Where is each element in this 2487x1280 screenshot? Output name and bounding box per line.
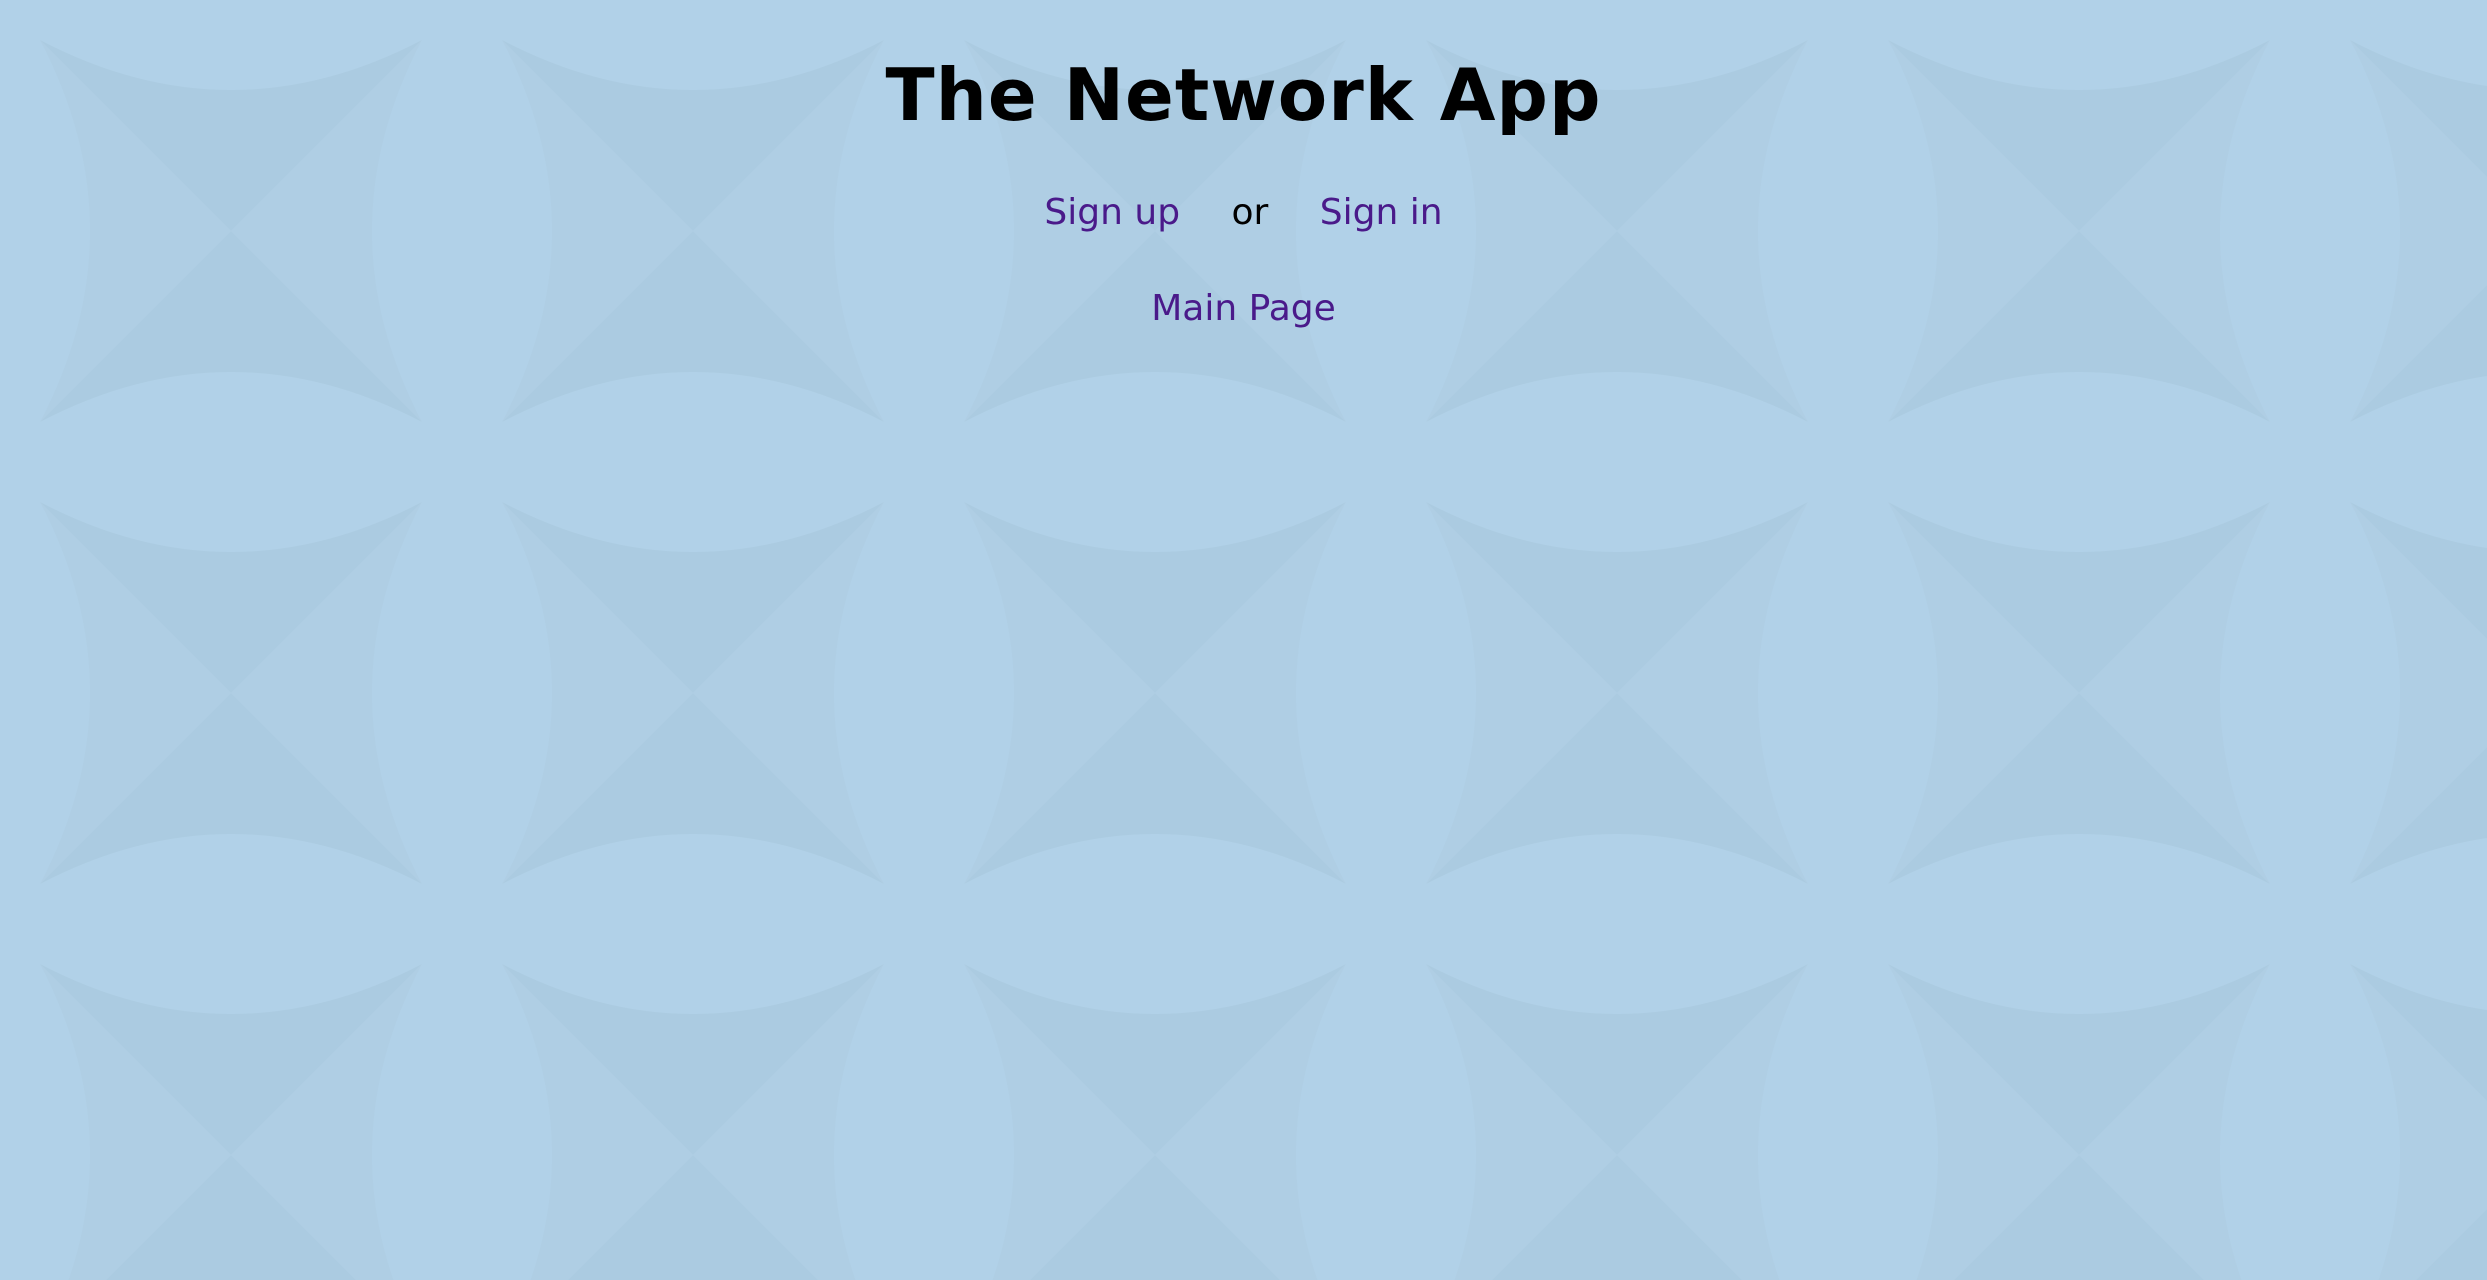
page-content: The Network App Sign up or Sign in Main …	[0, 0, 2487, 332]
main-page-link[interactable]: Main Page	[1151, 288, 1336, 329]
main-page-nav: Main Page	[0, 286, 2487, 332]
signin-link[interactable]: Sign in	[1320, 192, 1443, 233]
page-title: The Network App	[885, 53, 1602, 137]
auth-separator: or	[1231, 192, 1269, 233]
signup-link[interactable]: Sign up	[1044, 192, 1180, 233]
auth-links: Sign up or Sign in	[0, 190, 2487, 236]
